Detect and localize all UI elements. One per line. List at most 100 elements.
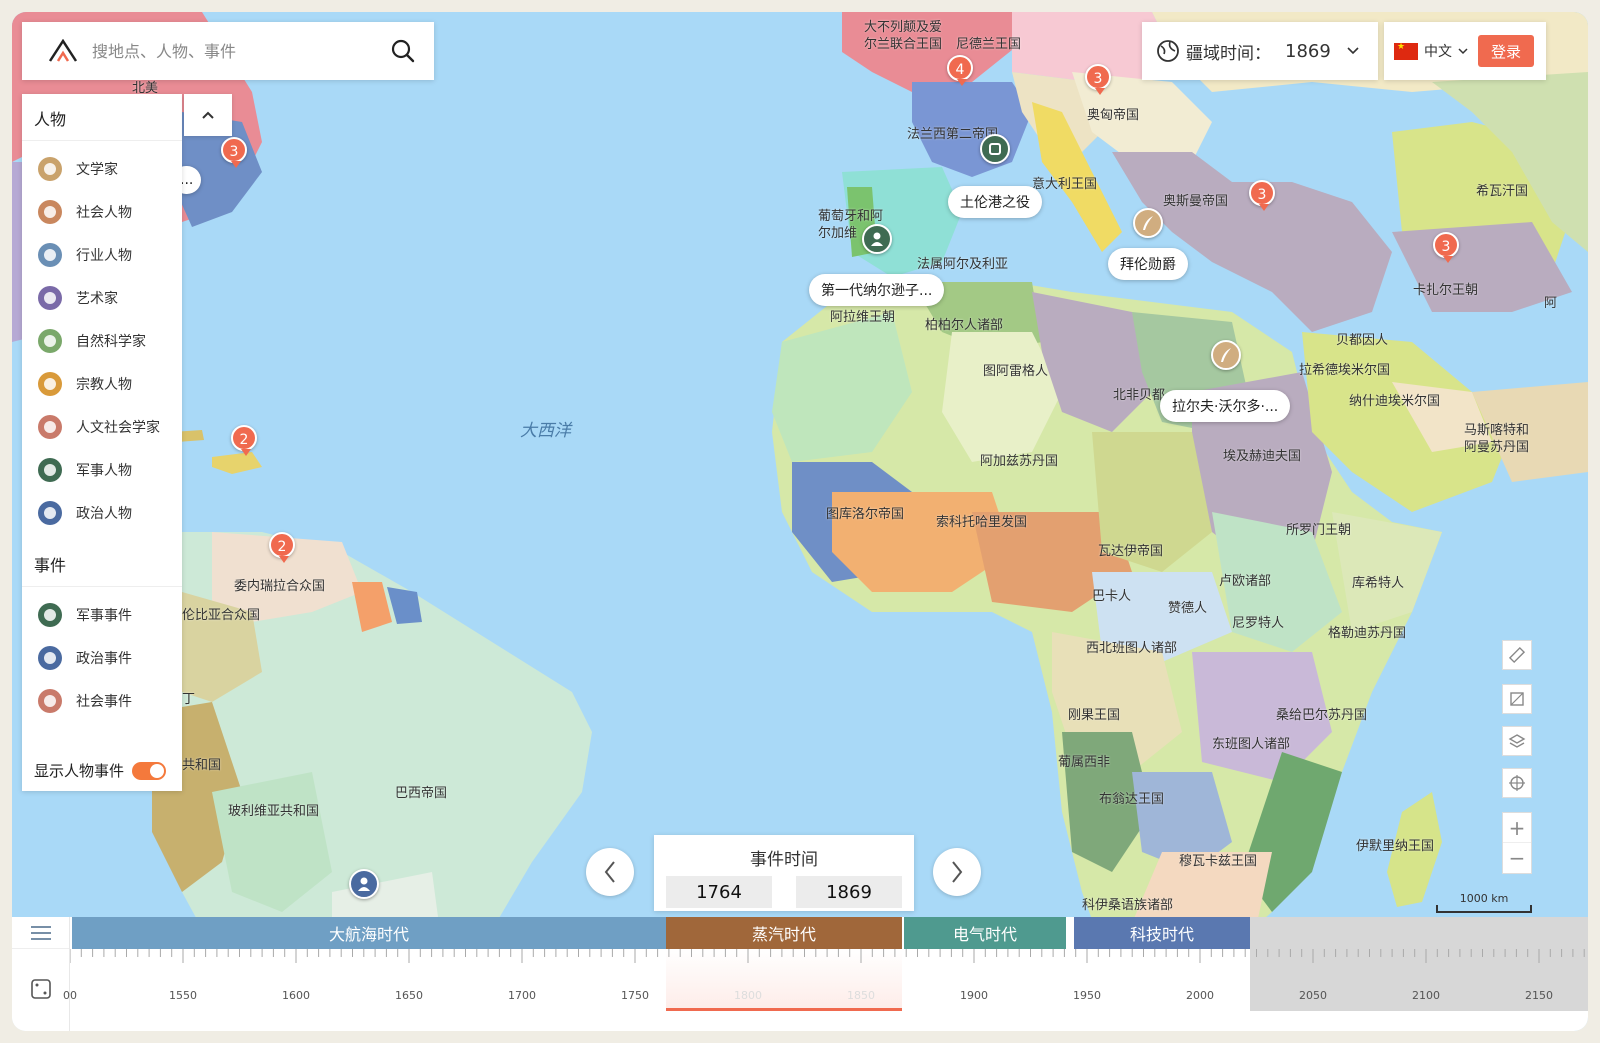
list-icon [30, 925, 51, 940]
locate-button[interactable] [1502, 768, 1532, 798]
politician-icon [38, 500, 62, 525]
language-selector[interactable]: 中文 [1424, 41, 1452, 61]
era-label: 科技时代 [1129, 925, 1194, 944]
writer-pin[interactable] [1211, 340, 1241, 370]
dice-icon [30, 979, 51, 999]
ocean-label: 大西洋 [520, 421, 571, 441]
timeline-tick-label: 1850 [847, 989, 875, 1002]
chevron-down-icon[interactable] [1458, 47, 1468, 55]
person-category-item[interactable]: 行业人物 [22, 233, 182, 276]
cluster-marker[interactable]: 3 [1085, 64, 1111, 95]
cluster-marker[interactable]: 3 [221, 137, 247, 168]
social-event-icon [38, 688, 62, 713]
cluster-marker[interactable]: 3 [1249, 180, 1275, 211]
chevron-right-icon [952, 861, 963, 883]
person-category-item[interactable]: 社会人物 [22, 190, 182, 233]
zoom-in-button[interactable]: + [1503, 813, 1531, 843]
event-category-item[interactable]: 政治事件 [22, 636, 182, 679]
search-input[interactable] [92, 41, 390, 61]
person-category-item[interactable]: 政治人物 [22, 491, 182, 534]
person-bubble[interactable]: 拉尔夫·沃尔多·... [1160, 390, 1291, 422]
military-event-pin[interactable] [980, 134, 1010, 164]
territory-time-selector[interactable]: 疆域时间： 1869 [1142, 22, 1378, 80]
territory-time-label: 疆域时间： [1186, 43, 1271, 64]
timeline-ruler[interactable]: 00 1550 1600 1650 1700 1750 1800 1850 1900 1950 20… [63, 949, 1588, 1011]
show-events-toggle[interactable] [132, 761, 167, 780]
palette-icon [38, 285, 62, 310]
helmet-icon [989, 143, 1001, 155]
logo-icon [48, 39, 78, 62]
event-category-label: 政治事件 [76, 650, 132, 667]
event-bubble[interactable]: 土伦港之役 [948, 186, 1042, 218]
china-flag-icon [1394, 42, 1418, 60]
event-time-title: 事件时间 [750, 850, 818, 870]
broadcast-icon [38, 199, 62, 224]
person-category-label: 行业人物 [76, 247, 132, 264]
list-view-button[interactable] [12, 917, 69, 949]
timeline-tick-label: 1900 [960, 989, 988, 1002]
layers-icon [1508, 734, 1526, 748]
crosshair-icon [1509, 775, 1525, 791]
event-time-panel: 事件时间 1764 1869 [654, 835, 914, 911]
person-category-item[interactable]: 宗教人物 [22, 362, 182, 405]
politician-pin[interactable] [349, 869, 379, 899]
person-category-label: 军事人物 [76, 462, 132, 479]
person-category-item[interactable]: 自然科学家 [22, 319, 182, 362]
start-year-field[interactable]: 1764 [666, 876, 772, 908]
person-category-label: 自然科学家 [76, 333, 146, 350]
world-map[interactable]: 大不列颠及爱 尔兰联合王国 尼德兰王国 奥匈帝国 法兰西第二帝国 意大利王国 奥… [12, 12, 1588, 947]
person-category-label: 文学家 [76, 161, 118, 178]
toggle-label: 显示人物事件 [34, 762, 125, 780]
person-category-label: 政治人物 [76, 505, 132, 522]
login-button[interactable]: 登录 [1478, 35, 1534, 67]
era-electric-age[interactable]: 电气时代 [904, 917, 1066, 949]
writer-pin[interactable] [1133, 208, 1163, 238]
event-category-item[interactable]: 军事事件 [22, 593, 182, 636]
globe-icon [1157, 40, 1179, 62]
timeline-tick-label: 1550 [169, 989, 197, 1002]
next-button[interactable] [933, 848, 981, 896]
timeline-tick-label: 2050 [1299, 989, 1327, 1002]
person-bubble[interactable]: 第一代纳尔逊子... [809, 274, 945, 306]
random-button[interactable] [12, 949, 69, 1029]
chevron-left-icon [604, 861, 615, 883]
cluster-marker[interactable]: 2 [231, 425, 257, 456]
person-category-item[interactable]: 艺术家 [22, 276, 182, 319]
collapse-panel-button[interactable] [184, 94, 232, 136]
ruler-icon [1508, 646, 1526, 664]
zoom-out-button[interactable]: − [1503, 843, 1531, 873]
timeline-tick-label: 1800 [734, 989, 762, 1002]
previous-button[interactable] [586, 848, 634, 896]
cluster-marker[interactable]: 2 [269, 532, 295, 563]
map-canvas[interactable] [12, 12, 1588, 947]
scale-label: 1000 km [1459, 892, 1509, 905]
end-year-field[interactable]: 1869 [796, 876, 902, 908]
person-category-item[interactable]: 人文社会学家 [22, 405, 182, 448]
quill-icon [38, 156, 62, 181]
timeline-tick-label: 00 [63, 989, 77, 1002]
era-tech-age[interactable]: 科技时代 [1074, 917, 1250, 949]
timeline-tick-label: 1950 [1073, 989, 1101, 1002]
area-select-icon [1510, 692, 1524, 706]
measure-button[interactable] [1502, 640, 1532, 670]
military-event-icon [38, 602, 62, 627]
person-category-label: 人文社会学家 [76, 419, 160, 436]
era-steam-age[interactable]: 蒸汽时代 [666, 917, 902, 949]
cluster-marker[interactable]: 3 [1433, 232, 1459, 263]
timeline[interactable]: 大航海时代 蒸汽时代 电气时代 科技时代 00 1550 1600 1650 1700 1… [12, 917, 1588, 1031]
event-category-item[interactable]: 社会事件 [22, 679, 182, 722]
soldier-icon [38, 457, 62, 482]
person-category-item[interactable]: 文学家 [22, 147, 182, 190]
category-panel: 人物 文学家 社会人物 行业人物 艺术家 自然科学家 宗教人物 人文社会学家 军事人物 政治人物… [22, 94, 182, 791]
military-person-pin[interactable] [862, 224, 892, 254]
era-age-of-discovery[interactable]: 大航海时代 [72, 917, 666, 949]
person-category-item[interactable]: 军事人物 [22, 448, 182, 491]
cluster-marker[interactable]: 4 [947, 55, 973, 86]
timeline-tick-label: 2100 [1412, 989, 1440, 1002]
era-label: 蒸汽时代 [751, 925, 816, 944]
layers-button[interactable] [1502, 726, 1532, 756]
search-icon[interactable] [390, 38, 416, 64]
events-section-title: 事件 [22, 540, 182, 587]
person-bubble[interactable]: 拜伦勋爵 [1108, 248, 1188, 280]
area-button[interactable] [1502, 684, 1532, 714]
